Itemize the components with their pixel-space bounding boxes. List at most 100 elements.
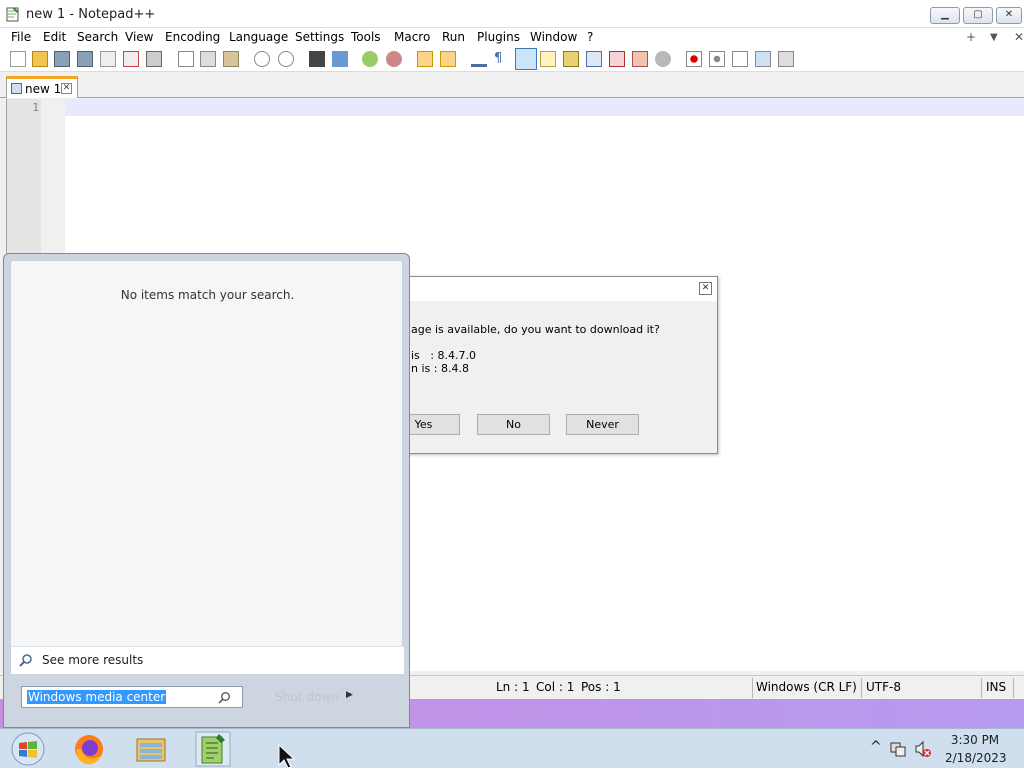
menu-plugins[interactable]: Plugins bbox=[477, 30, 520, 44]
doc-list-icon[interactable] bbox=[655, 51, 671, 67]
dialog-title-bar[interactable]: ✕ bbox=[387, 277, 717, 301]
status-separator bbox=[981, 678, 982, 698]
volume-muted-icon[interactable] bbox=[914, 740, 932, 758]
toolbar: ¶ bbox=[0, 47, 1024, 72]
menu-run[interactable]: Run bbox=[442, 30, 465, 44]
window-title: new 1 - Notepad++ bbox=[26, 7, 156, 22]
add-tab-button[interactable]: + bbox=[966, 30, 976, 44]
status-line: Ln : 1 bbox=[496, 680, 530, 694]
dialog-message: age is available, do you want to downloa… bbox=[411, 323, 660, 336]
menu-tools[interactable]: Tools bbox=[351, 30, 381, 44]
zoom-out-icon[interactable] bbox=[386, 51, 402, 67]
firefox-icon[interactable] bbox=[71, 731, 107, 767]
close-doc-icon[interactable]: ✕ bbox=[1014, 30, 1024, 44]
search-icon[interactable] bbox=[218, 691, 231, 704]
start-search-input[interactable]: Windows media center bbox=[21, 686, 243, 708]
tab-bar: new 1 ✕ bbox=[0, 72, 1024, 98]
notepadpp-icon bbox=[6, 7, 19, 22]
menu-edit[interactable]: Edit bbox=[43, 30, 66, 44]
open-file-icon[interactable] bbox=[32, 51, 48, 67]
maximize-button[interactable]: ▢ bbox=[963, 7, 993, 24]
start-button-windows-icon[interactable] bbox=[10, 731, 46, 767]
show-all-chars-icon[interactable]: ¶ bbox=[494, 51, 510, 67]
see-more-results-label: See more results bbox=[42, 653, 144, 667]
file-explorer-icon[interactable] bbox=[133, 731, 169, 767]
title-bar[interactable]: new 1 - Notepad++ ▁ ▢ ✕ bbox=[0, 0, 1024, 28]
status-position: Pos : 1 bbox=[581, 680, 621, 694]
menu-search[interactable]: Search bbox=[77, 30, 118, 44]
function-list-icon[interactable] bbox=[540, 51, 556, 67]
see-more-results-link[interactable]: See more results bbox=[11, 646, 404, 674]
stop-macro-icon[interactable] bbox=[709, 51, 725, 67]
clock-date[interactable]: 2/18/2023 bbox=[945, 751, 1007, 765]
menu-language[interactable]: Language bbox=[229, 30, 288, 44]
tab-close-icon[interactable]: ✕ bbox=[61, 83, 72, 94]
save-icon[interactable] bbox=[54, 51, 70, 67]
paste-icon[interactable] bbox=[223, 51, 239, 67]
close-file-icon[interactable] bbox=[100, 51, 116, 67]
tab-list-dropdown-icon[interactable]: ▼ bbox=[990, 32, 998, 43]
update-dialog: ✕ age is available, do you want to downl… bbox=[386, 276, 718, 454]
redo-icon[interactable] bbox=[278, 51, 294, 67]
menu-settings[interactable]: Settings bbox=[295, 30, 344, 44]
start-menu: No items match your search. See more res… bbox=[3, 253, 410, 728]
copy-icon[interactable] bbox=[200, 51, 216, 67]
document-map-icon[interactable] bbox=[563, 51, 579, 67]
shutdown-button[interactable]: Shut down bbox=[275, 690, 339, 704]
new-version-text: n is : 8.4.8 bbox=[411, 362, 469, 375]
close-all-icon[interactable] bbox=[123, 51, 139, 67]
clock-time[interactable]: 3:30 PM bbox=[945, 733, 1005, 747]
menu-file[interactable]: File bbox=[11, 30, 31, 44]
notepadpp-taskbar-icon[interactable] bbox=[195, 731, 231, 767]
monitoring-icon[interactable] bbox=[609, 51, 625, 67]
undo-icon[interactable] bbox=[254, 51, 270, 67]
status-encoding[interactable]: UTF-8 bbox=[866, 680, 901, 694]
play-macro-icon[interactable] bbox=[732, 51, 748, 67]
no-results-message: No items match your search. bbox=[120, 288, 295, 302]
new-file-icon[interactable] bbox=[10, 51, 26, 67]
record-macro-icon[interactable] bbox=[686, 51, 702, 67]
close-button[interactable]: ✕ bbox=[996, 7, 1022, 24]
zoom-in-icon[interactable] bbox=[362, 51, 378, 67]
menu-window[interactable]: Window bbox=[530, 30, 577, 44]
dialog-close-icon[interactable]: ✕ bbox=[699, 282, 712, 295]
cut-icon[interactable] bbox=[178, 51, 194, 67]
line-number: 1 bbox=[32, 101, 39, 114]
minimize-button[interactable]: ▁ bbox=[930, 7, 960, 24]
folder-workspace-icon[interactable] bbox=[586, 51, 602, 67]
never-button[interactable]: Never bbox=[566, 414, 639, 435]
print-icon[interactable] bbox=[146, 51, 162, 67]
word-wrap-icon[interactable] bbox=[471, 51, 487, 67]
current-version-text: is : 8.4.7.0 bbox=[411, 349, 476, 362]
save-macro-icon[interactable] bbox=[778, 51, 794, 67]
replace-icon[interactable] bbox=[332, 51, 348, 67]
status-insert-mode[interactable]: INS bbox=[986, 680, 1006, 694]
show-hidden-icons-icon[interactable]: ^ bbox=[870, 739, 882, 755]
maximize-icon: ▢ bbox=[973, 9, 983, 20]
search-icon bbox=[19, 654, 32, 667]
folder-as-workspace-icon[interactable] bbox=[632, 51, 648, 67]
status-eol[interactable]: Windows (CR LF) bbox=[756, 680, 857, 694]
no-button[interactable]: No bbox=[477, 414, 550, 435]
run-macro-multiple-icon[interactable] bbox=[755, 51, 771, 67]
document-saved-icon bbox=[11, 83, 22, 94]
close-icon: ✕ bbox=[1004, 9, 1014, 20]
tab-label: new 1 bbox=[25, 82, 62, 96]
menu-view[interactable]: View bbox=[125, 30, 153, 44]
menu-bar: File Edit Search View Encoding Language … bbox=[0, 28, 1024, 47]
menu-macro[interactable]: Macro bbox=[394, 30, 430, 44]
sync-horizontal-icon[interactable] bbox=[440, 51, 456, 67]
menu-encoding[interactable]: Encoding bbox=[165, 30, 220, 44]
tab-new-1[interactable]: new 1 ✕ bbox=[6, 76, 78, 98]
current-line-highlight bbox=[65, 99, 1024, 116]
network-icon[interactable] bbox=[889, 740, 907, 758]
sync-vertical-icon[interactable] bbox=[417, 51, 433, 67]
search-results-panel: No items match your search. See more res… bbox=[10, 260, 404, 674]
search-query-text: Windows media center bbox=[27, 690, 167, 704]
shutdown-options-arrow-icon[interactable]: ▶ bbox=[346, 690, 353, 700]
menu-help[interactable]: ? bbox=[587, 30, 593, 44]
indent-guide-icon[interactable] bbox=[515, 48, 537, 70]
save-all-icon[interactable] bbox=[77, 51, 93, 67]
status-separator bbox=[752, 678, 753, 698]
find-icon[interactable] bbox=[309, 51, 325, 67]
